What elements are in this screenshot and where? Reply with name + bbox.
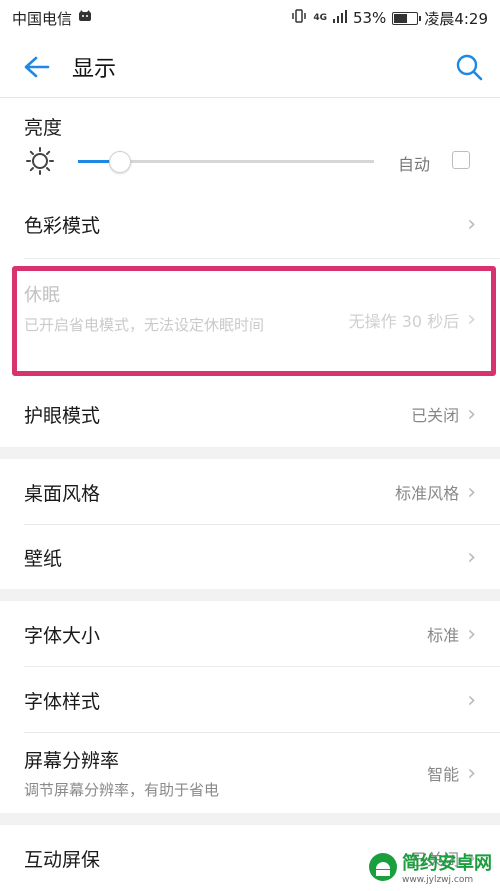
- sun-icon: [26, 147, 54, 179]
- android-logo-icon: [369, 853, 397, 881]
- brightness-slider-handle[interactable]: [109, 151, 132, 173]
- resolution-row[interactable]: 屏幕分辨率 调节屏幕分辨率，有助于省电 智能 ›: [0, 733, 500, 813]
- sleep-value: 无操作 30 秒后: [348, 311, 460, 331]
- app-bar: 显示: [0, 36, 500, 98]
- desktop-style-value: 标准风格: [395, 484, 460, 503]
- font-size-label: 字体大小: [24, 624, 101, 647]
- wallpaper-label: 壁纸: [24, 547, 63, 570]
- watermark-text: 简约安卓网: [402, 853, 492, 874]
- search-button[interactable]: [438, 36, 500, 98]
- screensaver-label: 互动屏保: [24, 848, 101, 871]
- settings-list: 亮度 自动 色彩模式 › 休眠 已开启省电模式，无法设定休眠时间 无操作 30 …: [0, 99, 500, 891]
- desktop-style-row[interactable]: 桌面风格 标准风格 ›: [0, 459, 500, 525]
- brightness-row: 亮度 自动: [0, 99, 500, 189]
- arrow-left-icon: [24, 56, 50, 77]
- back-button[interactable]: [0, 36, 72, 98]
- carrier-label: 中国电信: [12, 9, 73, 28]
- section-gap: [0, 813, 500, 825]
- font-style-label: 字体样式: [24, 690, 101, 713]
- battery-percent: 53%: [352, 9, 387, 27]
- notification-cat-icon: [78, 10, 92, 26]
- font-style-row[interactable]: 字体样式 ›: [0, 667, 500, 733]
- network-type-4g: 4G: [313, 13, 327, 23]
- resolution-value: 智能: [427, 765, 460, 784]
- page-title: 显示: [72, 56, 117, 82]
- resolution-label: 屏幕分辨率: [24, 750, 120, 772]
- sleep-label: 休眠: [24, 285, 60, 306]
- chevron-right-icon: ›: [467, 307, 476, 332]
- font-size-row[interactable]: 字体大小 标准 ›: [0, 601, 500, 667]
- chevron-right-icon: ›: [467, 760, 476, 786]
- desktop-style-label: 桌面风格: [24, 482, 101, 505]
- brightness-slider[interactable]: [78, 151, 374, 173]
- status-bar: 中国电信 4G 53% 凌晨4:29: [0, 0, 500, 36]
- battery-icon: [392, 11, 422, 25]
- brightness-label: 亮度: [24, 117, 63, 139]
- eye-care-value: 已关闭: [411, 406, 460, 425]
- eye-care-label: 护眼模式: [24, 404, 101, 427]
- sleep-row: 休眠 已开启省电模式，无法设定休眠时间 无操作 30 秒后 ›: [0, 259, 500, 381]
- color-mode-label: 色彩模式: [24, 214, 101, 237]
- chevron-right-icon: ›: [467, 621, 476, 647]
- chevron-right-icon: ›: [467, 479, 476, 505]
- eye-care-row[interactable]: 护眼模式 已关闭 ›: [0, 381, 500, 447]
- wallpaper-row[interactable]: 壁纸 ›: [0, 525, 500, 589]
- vibrate-icon: [291, 9, 307, 27]
- resolution-description: 调节屏幕分辨率，有助于省电: [24, 781, 220, 799]
- color-mode-row[interactable]: 色彩模式 ›: [0, 189, 500, 259]
- chevron-right-icon: ›: [467, 211, 476, 237]
- search-icon: [456, 54, 483, 80]
- watermark-url: www.jylzwj.com: [402, 875, 474, 885]
- chevron-right-icon: ›: [467, 687, 476, 713]
- sleep-description: 已开启省电模式，无法设定休眠时间: [24, 316, 265, 334]
- auto-brightness-checkbox[interactable]: [452, 151, 470, 169]
- auto-brightness-label: 自动: [398, 155, 431, 174]
- chevron-right-icon: ›: [467, 544, 476, 570]
- section-gap: [0, 447, 500, 459]
- watermark: 简约安卓网 www.jylzwj.com: [368, 849, 492, 885]
- clock: 凌晨4:29: [424, 9, 488, 28]
- signal-icon: [332, 9, 347, 27]
- chevron-right-icon: ›: [467, 401, 476, 427]
- font-size-value: 标准: [427, 626, 460, 645]
- section-gap: [0, 589, 500, 601]
